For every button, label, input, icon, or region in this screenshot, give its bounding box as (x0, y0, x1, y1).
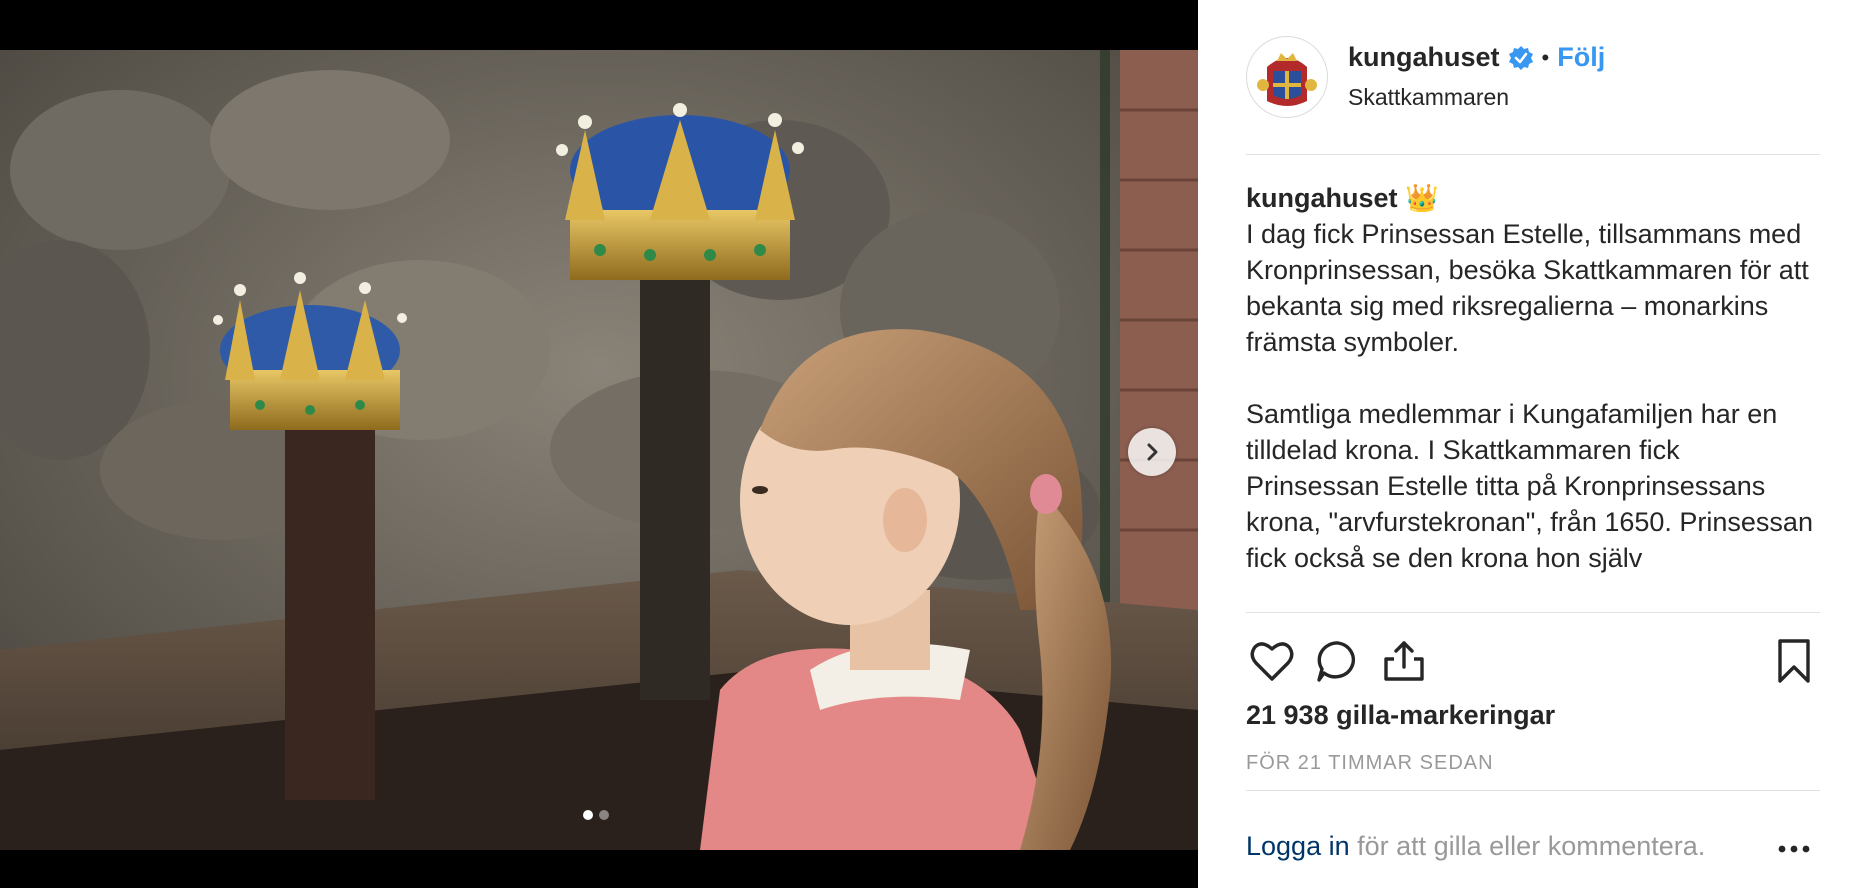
chevron-right-icon (1147, 443, 1158, 461)
post-caption: kungahuset 👑 I dag fick Prinsessan Estel… (1246, 180, 1820, 610)
caption-paragraph-1: I dag fick Prinsessan Estelle, tillsamma… (1246, 219, 1817, 357)
header-separator: • (1541, 44, 1550, 70)
comment-bubble-icon[interactable] (1312, 635, 1364, 687)
login-link[interactable]: Logga in (1246, 831, 1350, 861)
login-prompt-text: Logga in för att gilla eller kommentera. (1246, 831, 1705, 862)
royal-coat-of-arms-icon (1257, 53, 1317, 106)
verified-badge-icon (1508, 45, 1533, 70)
bookmark-icon[interactable] (1768, 635, 1820, 687)
carousel-dot (599, 810, 609, 820)
carousel-next-button[interactable] (1128, 428, 1176, 476)
more-dots-icon[interactable] (1774, 839, 1814, 859)
post-username[interactable]: kungahuset (1348, 42, 1500, 73)
caption-paragraph-2: Samtliga medlemmar i Kungafamiljen har e… (1246, 399, 1820, 573)
carousel-dot-active (583, 810, 593, 820)
login-prompt-rest: för att gilla eller kommentera. (1349, 831, 1706, 861)
carousel-indicator (583, 810, 609, 820)
share-icon[interactable] (1378, 635, 1430, 687)
post-sidebar: kungahuset • Följ Skattkammaren kungahus… (1198, 0, 1860, 888)
heart-icon[interactable] (1246, 635, 1298, 687)
avatar[interactable] (1246, 36, 1328, 118)
post-media (0, 0, 1198, 888)
post-location[interactable]: Skattkammaren (1348, 84, 1509, 111)
caption-username[interactable]: kungahuset (1246, 183, 1398, 213)
post-photo (0, 50, 1198, 850)
post-actions (1246, 612, 1820, 713)
login-prompt: Logga in för att gilla eller kommentera. (1246, 790, 1820, 889)
post-photo-image (0, 50, 1198, 850)
crown-emoji: 👑 (1405, 183, 1439, 213)
post-timestamp[interactable]: FÖR 21 TIMMAR SEDAN (1246, 752, 1494, 775)
post-header: kungahuset • Följ Skattkammaren (1246, 36, 1820, 155)
follow-button[interactable]: Följ (1557, 42, 1605, 73)
like-count[interactable]: 21 938 gilla-markeringar (1246, 700, 1555, 731)
